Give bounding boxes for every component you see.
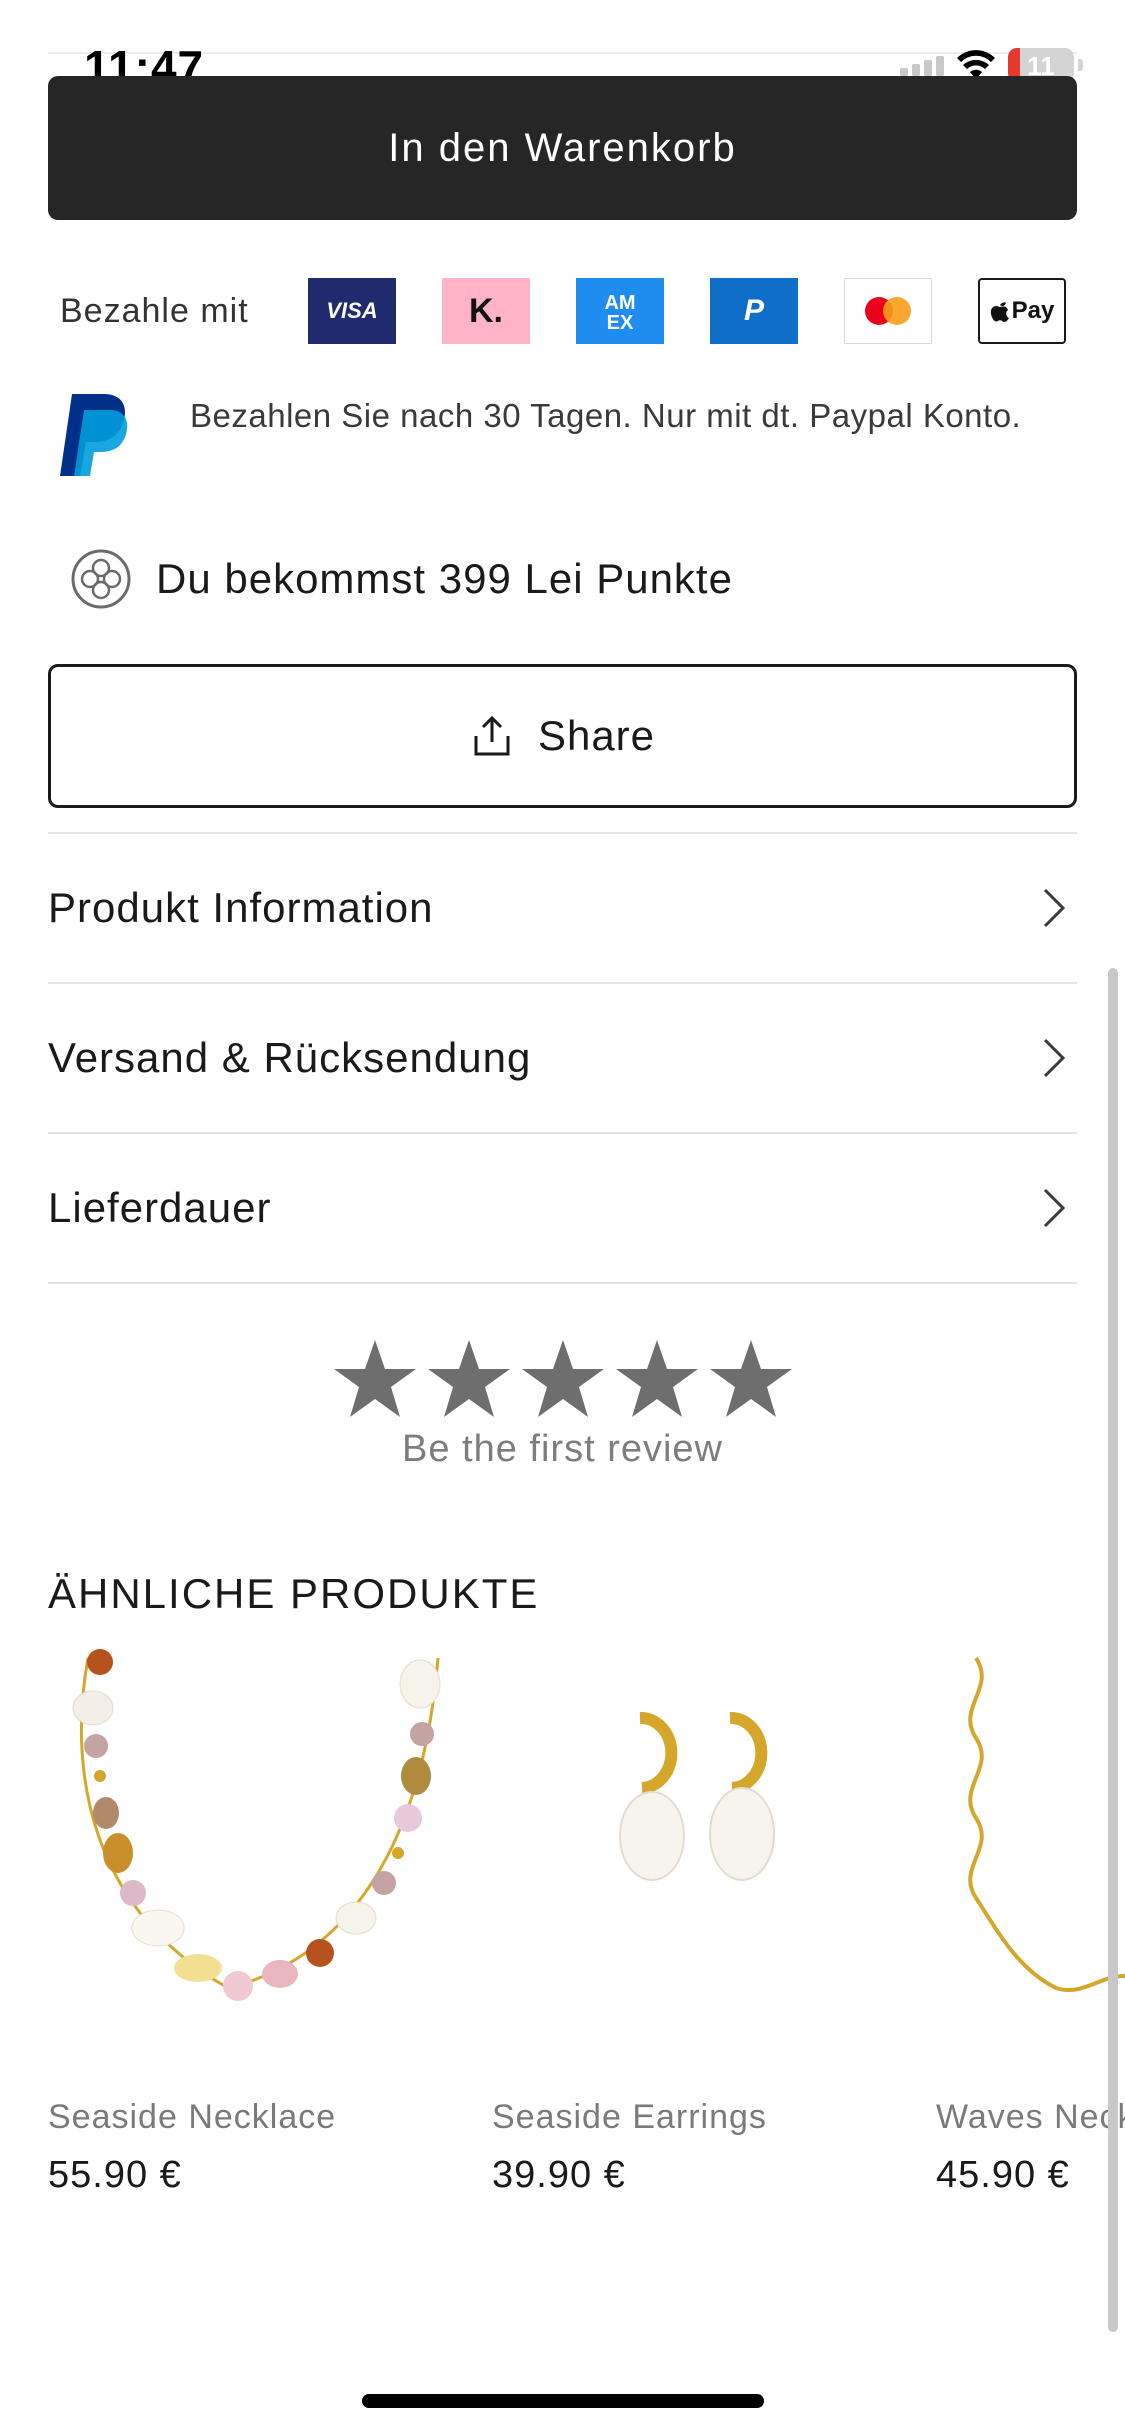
product-price: 55.90 €: [48, 2154, 182, 2196]
paypal-badge-icon: P: [710, 278, 798, 344]
star-icon: [427, 1340, 510, 1417]
payment-methods: Bezahle mit VISA K. AM EX P Pay: [48, 278, 1077, 346]
star-icon: [521, 1340, 604, 1417]
amex-icon: AM EX: [576, 278, 664, 344]
product-card-seaside-necklace[interactable]: Seaside Necklace 55.90 €: [48, 1648, 488, 2196]
scrollbar[interactable]: [1108, 968, 1118, 2332]
accordion-label: Produkt Information: [48, 884, 434, 931]
product-image[interactable]: [492, 1648, 932, 2048]
divider: [48, 1282, 1077, 1284]
home-indicator[interactable]: [362, 2394, 764, 2408]
accordion-label: Versand & Rücksendung: [48, 1034, 532, 1081]
accordion-label: Lieferdauer: [48, 1184, 272, 1231]
points-text: Du bekommst 399 Lei Punkte: [156, 555, 733, 602]
star-icon: [615, 1340, 698, 1417]
product-card-seaside-earrings[interactable]: Seaside Earrings 39.90 €: [492, 1648, 932, 2196]
klarna-icon: K.: [442, 278, 530, 344]
accordion-shipping-returns[interactable]: Versand & Rücksendung: [48, 982, 1077, 1132]
accordion-delivery-time[interactable]: Lieferdauer: [48, 1132, 1077, 1282]
product-card-waves-necklace[interactable]: Waves Necklace 45.90 €: [936, 1648, 1125, 2268]
visa-icon: VISA: [308, 278, 396, 344]
similar-products-title: ÄHNLICHE PRODUKTE: [48, 1570, 540, 1617]
cellular-signal-icon: [900, 54, 944, 76]
share-button[interactable]: Share: [48, 664, 1077, 808]
apple-pay-icon: Pay: [978, 278, 1066, 344]
rating-section: Be the first review: [0, 1336, 1125, 1471]
svg-text:EX: EX: [607, 312, 634, 334]
first-review-link[interactable]: Be the first review: [0, 1428, 1125, 1471]
chevron-right-icon: [1043, 1038, 1066, 1078]
product-name[interactable]: Waves Necklace: [936, 2098, 1125, 2137]
svg-text:AM: AM: [604, 292, 635, 314]
mastercard-icon: [844, 278, 932, 344]
paypal-info-text: Bezahlen Sie nach 30 Tagen. Nur mit dt. …: [190, 397, 1022, 434]
chevron-right-icon: [1043, 888, 1066, 928]
star-rating[interactable]: [0, 1336, 1125, 1422]
points-icon: [71, 549, 131, 609]
apple-pay-label: Pay: [1011, 297, 1055, 324]
share-label: Share: [537, 712, 656, 759]
paypal-logo-icon: [60, 394, 128, 476]
payment-label: Bezahle mit: [60, 292, 249, 330]
star-icon: [333, 1340, 416, 1417]
product-price: 39.90 €: [492, 2154, 626, 2196]
product-name[interactable]: Seaside Earrings: [492, 2098, 767, 2137]
product-image[interactable]: [48, 1648, 488, 2048]
accordion-product-information[interactable]: Produkt Information: [48, 832, 1077, 982]
share-icon: [474, 715, 510, 756]
product-image[interactable]: [936, 1648, 1125, 2048]
product-name[interactable]: Seaside Necklace: [48, 2098, 336, 2137]
chevron-right-icon: [1043, 1188, 1066, 1228]
star-icon: [709, 1340, 792, 1417]
add-to-cart-button[interactable]: In den Warenkorb: [48, 76, 1077, 220]
product-price: 45.90 €: [936, 2154, 1070, 2196]
points-row: Du bekommst 399 Lei Punkte: [70, 548, 733, 610]
